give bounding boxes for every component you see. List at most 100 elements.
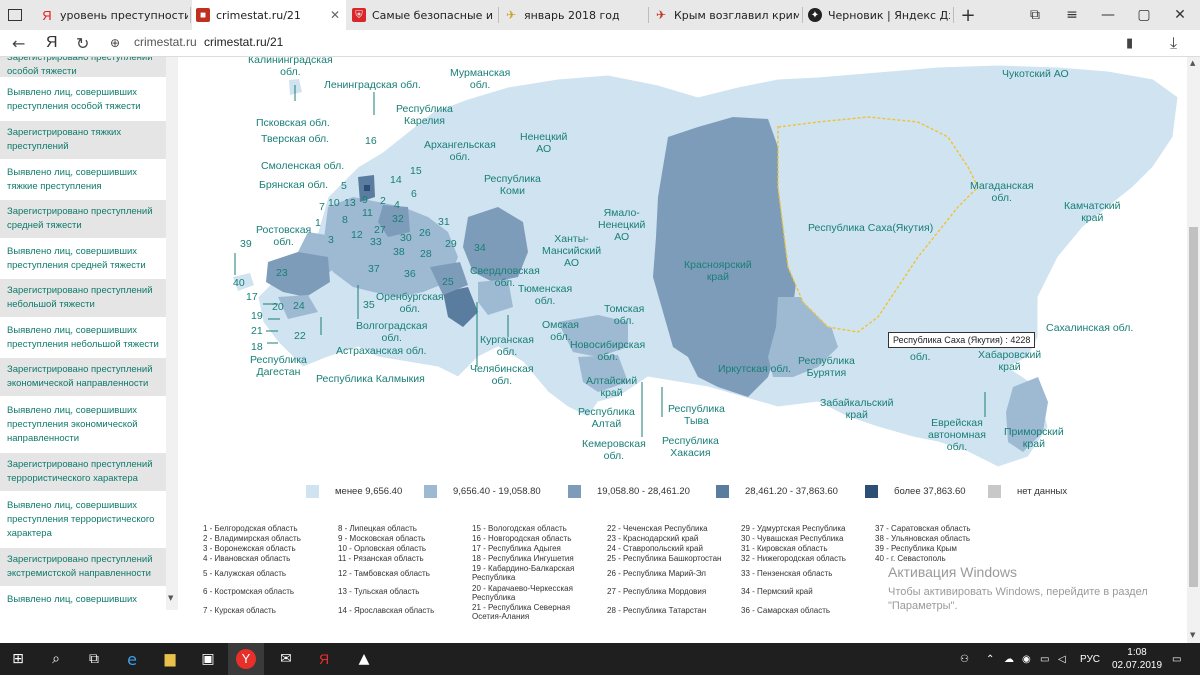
sidebar-item-label: Зарегистрировано преступлений небольшой …	[7, 285, 153, 310]
region-number: 23	[276, 267, 288, 279]
legend-item: менее 9,656.40	[306, 484, 402, 498]
map-label-tyva: Республика Тыва	[668, 403, 725, 427]
store-icon[interactable]: ▣	[190, 643, 226, 675]
sidebar-item[interactable]: Выявлено лиц, совершивших преступления н…	[0, 319, 166, 357]
region-number: 31	[438, 216, 450, 228]
tab-5[interactable]: ✈ Крым возглавил кримина	[654, 0, 799, 30]
map-label-yakutia: Республика Саха(Якутия)	[808, 222, 934, 234]
downloads-icon[interactable]: ⤓	[1170, 33, 1177, 53]
sidebar-item-label: Выявлено лиц, совершивших преступления н…	[7, 325, 159, 350]
yandex-icon[interactable]: Я	[306, 643, 342, 675]
key-entry: 6 - Костромская область	[203, 587, 295, 596]
legend-label: менее 9,656.40	[335, 485, 403, 497]
key-entry: 8 - Липецкая область	[338, 524, 417, 533]
map-label-kamchatka: Камчатский край	[1064, 200, 1121, 224]
tab-title: Крым возглавил кримина	[674, 8, 799, 22]
key-entry: 18 - Республика Ингушетия	[472, 554, 574, 563]
edge-icon[interactable]: e	[114, 643, 150, 675]
region-number: 7	[319, 201, 325, 213]
sidebar-item[interactable]: Зарегистрировано преступлений экономичес…	[0, 358, 166, 396]
tray-app-icon[interactable]: ☁	[1004, 643, 1014, 675]
map-label-primorsky: Приморский край	[1004, 426, 1064, 450]
map-label-smolensk: Смоленская обл.	[261, 160, 345, 172]
bookmark-icon[interactable]: ▮	[1126, 33, 1133, 53]
close-tab-icon[interactable]: ✕	[330, 8, 340, 22]
notification-icon[interactable]: ▭	[1172, 643, 1181, 675]
legend-label: нет данных	[1017, 485, 1068, 497]
map-label-astrakhan: Астраханская обл.	[336, 345, 427, 357]
language-indicator[interactable]: РУС	[1080, 643, 1100, 675]
yandex-browser-icon[interactable]: Y	[228, 643, 264, 675]
sidebar-item[interactable]: Зарегистрировано преступлений небольшой …	[0, 279, 166, 317]
sidebar-item[interactable]: Зарегистрировано преступлений средней тя…	[0, 200, 166, 238]
sidebar-item-label: Зарегистрировано тяжких преступлений	[7, 127, 122, 152]
tab-2-active[interactable]: ■ crimestat.ru/21 ✕	[192, 0, 346, 30]
page-scrollbar[interactable]: ▲ ▼	[1187, 57, 1200, 643]
url-domain[interactable]: crimestat.ru	[134, 35, 197, 49]
sidebar-item[interactable]: Выявлено лиц, совершивших преступления о…	[0, 81, 166, 119]
mail-icon[interactable]: ✉	[268, 643, 304, 675]
map-label-karelia: Республика Карелия	[396, 103, 453, 127]
tab-3[interactable]: ⛨ Самые безопасные и сам	[352, 0, 497, 30]
site-info-icon[interactable]: ⊕	[110, 33, 120, 53]
new-tab-icon[interactable]: +	[948, 0, 988, 30]
tabs-icon	[8, 9, 22, 21]
windows-start-icon[interactable]: ⊞	[0, 643, 36, 675]
map-label-magadan: Магаданская обл.	[970, 180, 1034, 204]
region-moscow-city[interactable]	[364, 185, 370, 191]
people-icon[interactable]: ⚇	[960, 643, 969, 675]
tray-expand-icon[interactable]: ⌃	[986, 643, 994, 675]
sidebar-item-label: Выявлено лиц, совершивших преступления э…	[7, 405, 138, 444]
taskbar: ⊞ ⌕ ⧉ e ▆ ▣ Y ✉ Я ▲ ⚇ ⌃ ☁ ◉ ▭ ◁ РУС 1:08…	[0, 643, 1200, 675]
legend-item: 9,656.40 - 19,058.80	[424, 484, 541, 498]
tab-manager-button[interactable]	[8, 0, 28, 30]
indicator-sidebar: Зарегистрировано преступлений особой тяж…	[0, 57, 178, 610]
region-number: 25	[442, 276, 454, 288]
scroll-down-icon[interactable]: ▼	[1190, 631, 1195, 639]
photos-icon[interactable]: ▲	[346, 643, 382, 675]
close-window-icon[interactable]: ✕	[1160, 0, 1200, 30]
map-label-chukotka: Чукотский АО	[1002, 68, 1069, 80]
yandex-home-icon[interactable]: Я	[46, 33, 58, 53]
sidebar-item[interactable]: Зарегистрировано преступлений террористи…	[0, 453, 166, 491]
url-text[interactable]: crimestat.ru/21	[204, 35, 283, 49]
back-arrow-icon[interactable]: ←	[12, 33, 25, 53]
region-number: 39	[240, 238, 252, 250]
tab-6[interactable]: ✦ Черновик | Яндекс Дзен	[808, 0, 950, 30]
key-entry: 28 - Республика Татарстан	[607, 606, 707, 615]
maximize-icon[interactable]: ▢	[1124, 0, 1164, 30]
collections-icon[interactable]: ⧉	[1015, 0, 1055, 30]
minimize-icon[interactable]: —	[1088, 0, 1128, 30]
region-number: 15	[410, 165, 422, 177]
key-entry: 3 - Воронежская область	[203, 544, 296, 553]
file-explorer-icon[interactable]: ▆	[152, 643, 188, 675]
sidebar-scrollbar[interactable]: ▼	[166, 57, 178, 610]
tab-4[interactable]: ✈ январь 2018 год	[504, 0, 644, 30]
legend-swatch	[568, 484, 581, 498]
map-panel: Калининградская обл. Ленинградская обл. М…	[178, 57, 1187, 643]
scrollbar-thumb[interactable]	[1189, 227, 1198, 587]
sidebar-item[interactable]: Выявлено лиц, совершивших преступления э…	[0, 398, 166, 452]
scroll-down-icon[interactable]: ▼	[168, 594, 173, 602]
sidebar-item[interactable]: Выявлено лиц, совершивших преступления т…	[0, 493, 166, 547]
tab-1[interactable]: Я уровень преступности в к	[40, 0, 188, 30]
sidebar-item[interactable]: Зарегистрировано преступлений особой тяж…	[0, 57, 166, 77]
sidebar-item[interactable]: Выявлено лиц, совершивших	[0, 588, 166, 610]
battery-icon[interactable]: ▭	[1040, 643, 1049, 675]
legend-item: нет данных	[988, 484, 1067, 498]
sidebar-item[interactable]: Зарегистрировано преступлений экстремист…	[0, 548, 166, 586]
sidebar-item[interactable]: Выявлено лиц, совершивших тяжкие преступ…	[0, 161, 166, 199]
clock[interactable]: 1:08 02.07.2019	[1112, 643, 1162, 675]
menu-icon[interactable]: ≡	[1052, 0, 1092, 30]
key-entry: 31 - Кировская область	[741, 544, 828, 553]
region-number: 17	[246, 291, 258, 303]
search-icon[interactable]: ⌕	[38, 643, 74, 675]
volume-icon[interactable]: ◁	[1058, 643, 1066, 675]
scroll-up-icon[interactable]: ▲	[1190, 59, 1195, 67]
sidebar-item[interactable]: Зарегистрировано тяжких преступлений	[0, 121, 166, 159]
reload-icon[interactable]: ↻	[76, 33, 89, 53]
key-entry: 13 - Тульская область	[338, 587, 420, 596]
task-view-icon[interactable]: ⧉	[76, 643, 112, 675]
sidebar-item[interactable]: Выявлено лиц, совершивших преступления с…	[0, 240, 166, 278]
tray-app-icon[interactable]: ◉	[1022, 643, 1031, 675]
